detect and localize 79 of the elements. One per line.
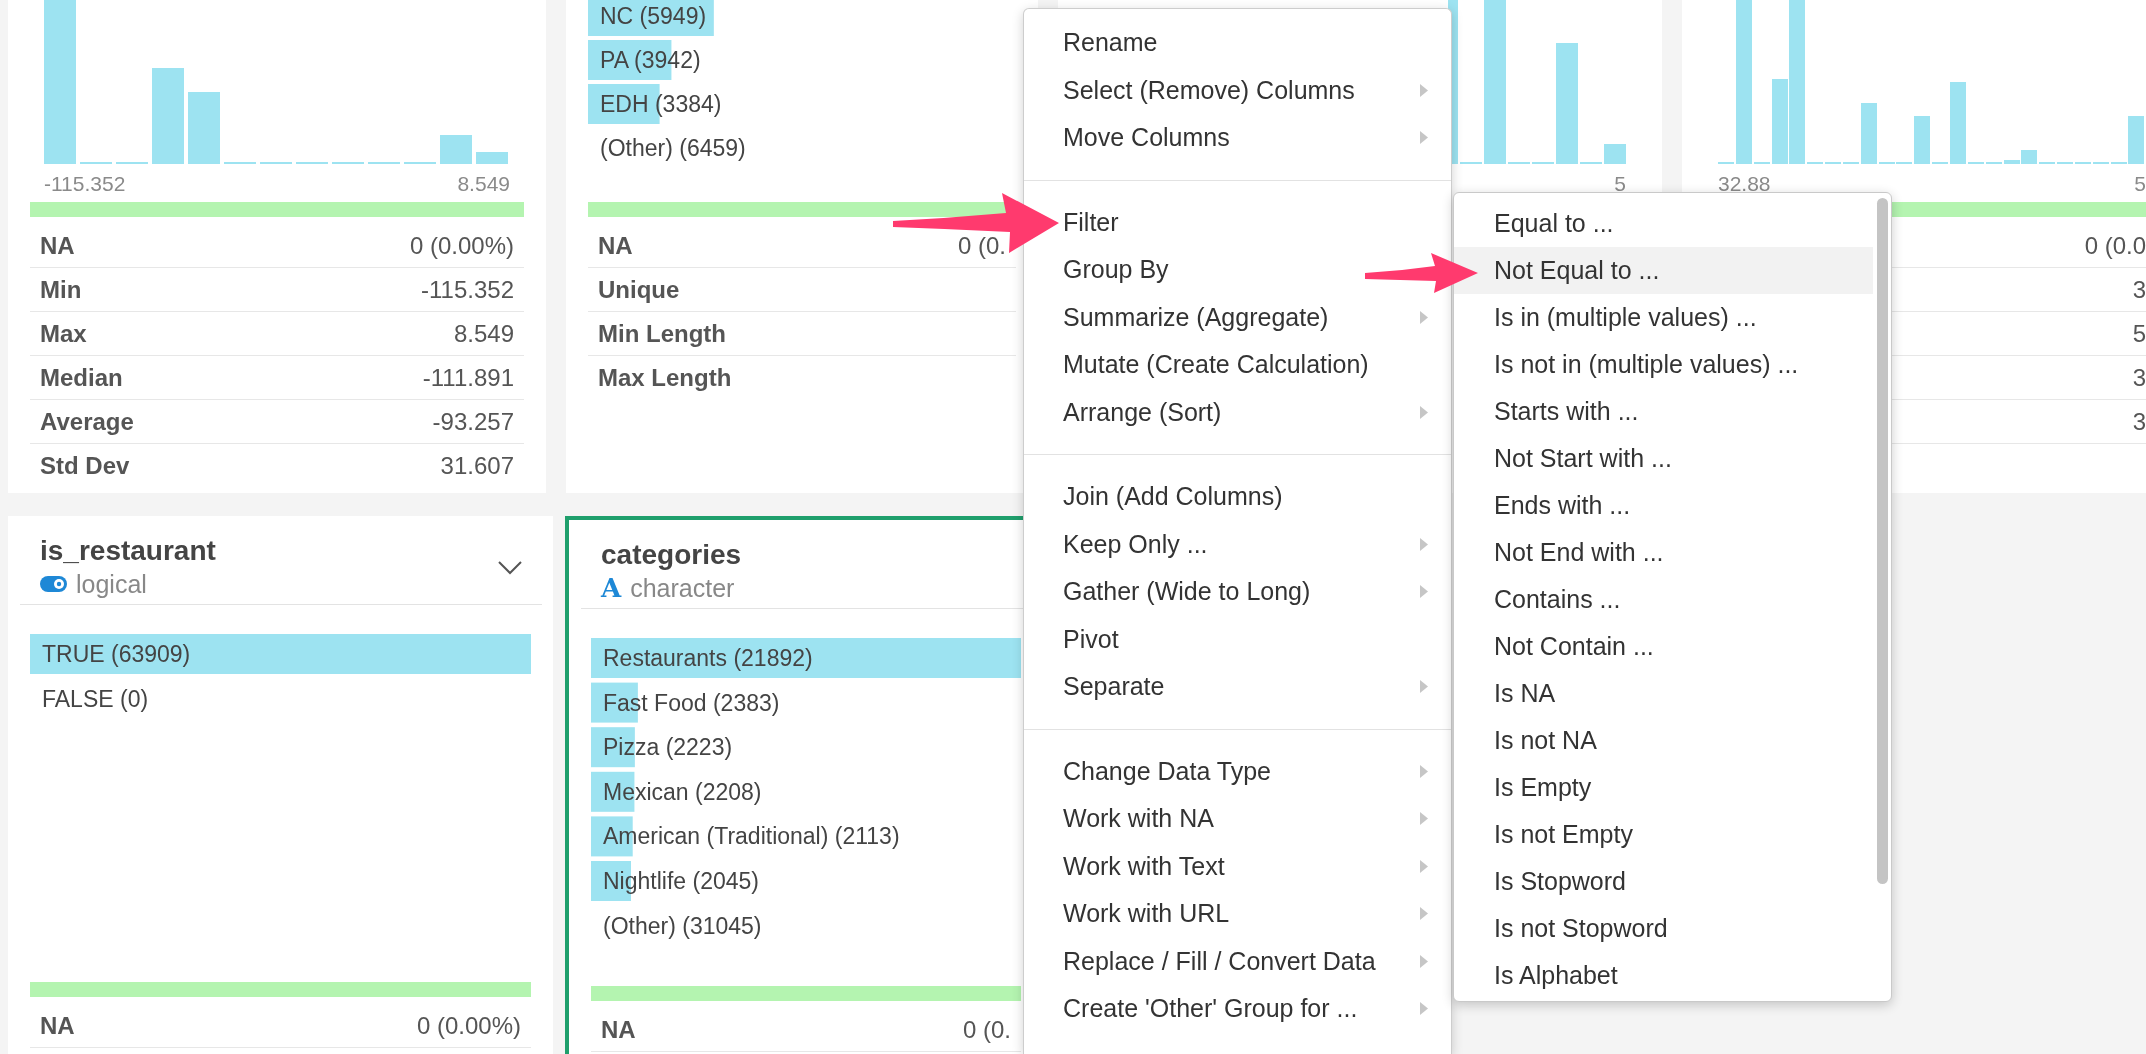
stat-value: -93.257 xyxy=(432,407,514,436)
category-label: American (Traditional) (2113) xyxy=(603,826,900,847)
stat-value: 0 (0.00%) xyxy=(416,1011,521,1040)
stat-value: 0 (0.00%) xyxy=(409,231,514,260)
stat-label: NA xyxy=(40,231,75,260)
column-name: is_restaurant xyxy=(40,535,217,567)
stat-label: Max xyxy=(40,319,87,348)
menu-item[interactable]: Is not NA xyxy=(1454,717,1873,764)
menu-item[interactable]: Is not Empty xyxy=(1454,811,1873,858)
menu-item[interactable]: Rename xyxy=(1061,19,1162,67)
stat-value: 3 xyxy=(2132,363,2146,392)
menu-item[interactable]: Replace / Fill / Convert Data xyxy=(1061,937,1451,985)
axis-max-label: 5 xyxy=(1614,172,1626,196)
menu-item[interactable]: Not Contain ... xyxy=(1454,623,1873,670)
menu-item[interactable]: Is Alphabet xyxy=(1454,952,1873,999)
menu-item[interactable]: Is not in (multiple values) ... xyxy=(1454,341,1873,388)
menu-item[interactable]: Filter xyxy=(1061,198,1123,246)
stat-value: -111.891 xyxy=(422,363,514,392)
stat-label: Std Dev xyxy=(40,452,130,480)
stat-value: -115.352 xyxy=(421,275,514,304)
menu-item[interactable]: Mutate (Create Calculation) xyxy=(1061,341,1373,389)
stat-value: 0 (0. xyxy=(962,1015,1011,1044)
menu-item[interactable]: Is Empty xyxy=(1454,764,1873,811)
stat-label: Unique xyxy=(598,275,680,304)
text-type-icon: A xyxy=(601,574,622,602)
menu-item[interactable]: Equal to ... xyxy=(1454,200,1873,247)
menu-item[interactable]: Ends with ... xyxy=(1454,482,1873,529)
histogram-bar xyxy=(476,152,508,164)
stat-label: Max Length xyxy=(598,364,732,392)
stat-value: 31.607 xyxy=(440,452,514,480)
histogram-bar xyxy=(440,135,472,164)
column-type: character xyxy=(630,573,735,603)
stat-label: Min Length xyxy=(598,319,726,348)
menu-item[interactable]: Gather (Wide to Long) xyxy=(1061,568,1451,616)
scrollbar-thumb[interactable] xyxy=(1877,198,1888,884)
axis-max-label: 5 xyxy=(2134,172,2146,196)
menu-item[interactable]: Summarize (Aggregate) xyxy=(1061,293,1451,341)
stat-value: 8.549 xyxy=(453,319,514,348)
menu-item[interactable]: Keep Only ... xyxy=(1061,520,1451,568)
chevron-down-icon[interactable] xyxy=(498,561,522,575)
menu-item[interactable]: Work with NA xyxy=(1061,795,1451,843)
axis-min-label: 32.88 xyxy=(1718,172,1771,196)
menu-item[interactable]: Change Data Type xyxy=(1061,747,1451,795)
stat-label: NA xyxy=(601,1015,636,1044)
menu-item[interactable]: Is in (multiple values) ... xyxy=(1454,294,1873,341)
stat-value: 5 xyxy=(2132,319,2146,348)
menu-item[interactable]: Not End with ... xyxy=(1454,529,1873,576)
stat-label: NA xyxy=(598,231,633,260)
menu-item[interactable]: Is Stopword xyxy=(1454,858,1873,905)
menu-item[interactable]: Join (Add Columns) xyxy=(1061,473,1287,521)
axis-max-label: 8.549 xyxy=(457,172,510,196)
menu-item[interactable]: Select (Remove) Columns xyxy=(1061,66,1451,114)
menu-item[interactable]: Create 'Other' Group for ... xyxy=(1061,985,1451,1033)
menu-item[interactable]: Is not Stopword xyxy=(1454,905,1873,952)
menu-item[interactable]: Pivot xyxy=(1061,615,1123,663)
stat-label: Min xyxy=(40,275,82,304)
stat-value: 3 xyxy=(2132,407,2146,436)
menu-item[interactable]: Not Equal to ... xyxy=(1454,247,1873,294)
column-name: categories xyxy=(601,539,743,571)
menu-item[interactable]: Separate xyxy=(1061,663,1451,711)
stat-value: 0 (0. xyxy=(957,231,1006,260)
stat-label: Median xyxy=(40,363,123,392)
column-type: logical xyxy=(76,569,147,599)
menu-item[interactable]: Is NA xyxy=(1454,670,1873,717)
menu-item[interactable]: Arrange (Sort) xyxy=(1061,388,1451,436)
menu-item[interactable]: Work with Text xyxy=(1061,842,1451,890)
stat-label: Average xyxy=(40,407,134,436)
axis-min-label: -115.352 xyxy=(44,172,126,196)
stat-label: NA xyxy=(40,1011,75,1040)
menu-item[interactable]: Group By xyxy=(1061,246,1173,294)
menu-item[interactable]: Move Columns xyxy=(1061,114,1451,162)
toggle-icon xyxy=(40,576,67,592)
stat-value: 3 xyxy=(2132,275,2146,304)
menu-item[interactable]: Starts with ... xyxy=(1454,388,1873,435)
menu-item[interactable]: Contains ... xyxy=(1454,576,1873,623)
menu-item[interactable]: Not Start with ... xyxy=(1454,435,1873,482)
menu-item[interactable]: Work with URL xyxy=(1061,890,1451,938)
histogram-bar xyxy=(1604,143,1626,164)
stat-value: 0 (0.0 xyxy=(2084,231,2146,260)
